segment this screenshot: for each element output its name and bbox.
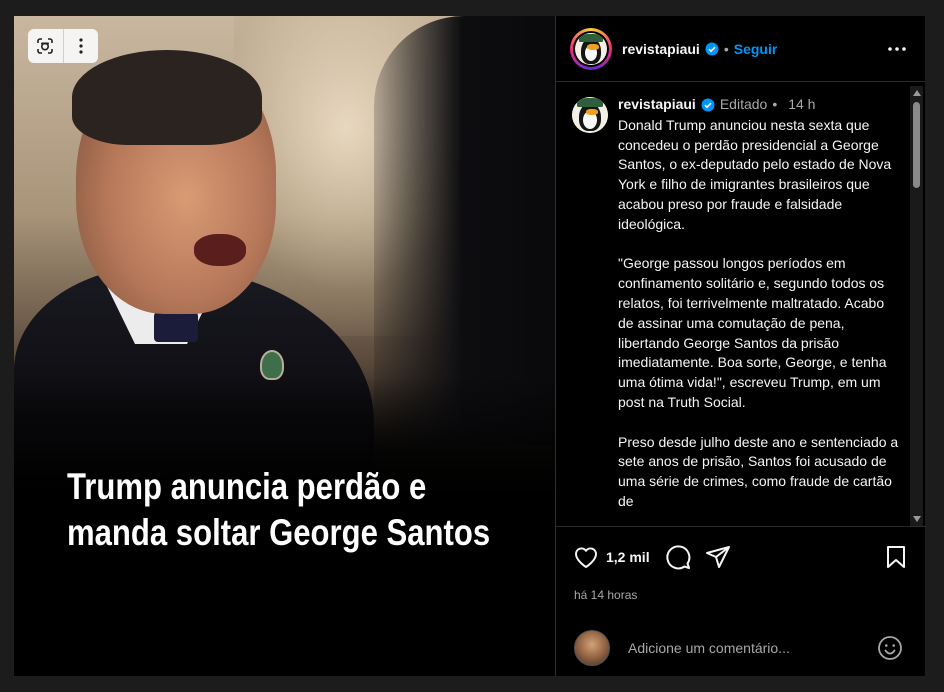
caption-username[interactable]: revistapiaui	[618, 95, 696, 115]
penguin-logo-icon	[575, 32, 607, 65]
post-time-ago[interactable]: há 14 horas	[574, 588, 637, 602]
bookmark-icon	[887, 546, 905, 568]
author-avatar[interactable]	[570, 27, 612, 70]
header-separator: •	[723, 40, 729, 57]
lens-icon	[37, 38, 54, 54]
emoji-icon	[878, 636, 902, 660]
media-tools	[28, 29, 98, 63]
post-headline: Trump anuncia perdão e manda soltar Geor…	[67, 464, 491, 556]
post-options-button[interactable]	[885, 38, 909, 60]
photo-tie	[154, 312, 198, 342]
follow-button[interactable]: Seguir	[734, 41, 778, 57]
more-vertical-icon	[79, 38, 83, 54]
post-modal: Trump anuncia perdão e manda soltar Geor…	[14, 16, 926, 676]
comment-input[interactable]	[626, 639, 868, 657]
verified-badge-icon	[705, 42, 719, 56]
edited-label: Editado	[719, 96, 768, 112]
comment-button[interactable]	[664, 543, 692, 571]
likes-count[interactable]: 1,2 mil	[606, 549, 650, 565]
scrollbar-thumb[interactable]	[913, 102, 920, 188]
caption-time[interactable]: 14 h	[788, 95, 815, 115]
caption-paragraph: Donald Trump anunciou nesta sexta que co…	[618, 116, 892, 232]
caption-separator: •	[772, 96, 778, 112]
post-media[interactable]: Trump anuncia perdão e manda soltar Geor…	[14, 16, 555, 676]
visual-search-button[interactable]	[28, 29, 63, 63]
share-icon	[705, 546, 730, 568]
post-actions: 1,2 mil há 14 horas	[556, 526, 926, 627]
post-header: revistapiaui • Seguir	[556, 16, 925, 82]
scroll-down-arrow-icon[interactable]	[913, 516, 921, 522]
share-button[interactable]	[704, 543, 732, 571]
media-more-button[interactable]	[62, 29, 99, 63]
caption-avatar[interactable]	[572, 97, 608, 133]
caption-paragraph: "George passou longos períodos em confin…	[618, 255, 887, 410]
like-button[interactable]	[572, 543, 600, 571]
comment-icon	[665, 545, 690, 570]
photo-mouth	[194, 234, 246, 266]
photo-hair	[72, 50, 262, 145]
penguin-logo-icon	[572, 97, 608, 133]
emoji-button[interactable]	[876, 634, 904, 662]
more-horizontal-icon	[888, 47, 906, 51]
caption-scroll-area[interactable]: revistapiaui Editado • 14 h Donald Trump…	[556, 83, 926, 526]
current-user-avatar	[574, 630, 610, 666]
verified-badge-icon	[701, 98, 715, 112]
caption-paragraph: Preso desde julho deste ano e sentenciad…	[618, 433, 899, 509]
heart-icon	[574, 547, 598, 568]
comment-bar	[556, 620, 926, 676]
headline-line-1: Trump anuncia perdão e	[67, 466, 427, 507]
save-button[interactable]	[882, 543, 910, 571]
author-username[interactable]: revistapiaui	[622, 41, 700, 57]
post-side-panel: revistapiaui • Seguir revistapiaui Edita…	[555, 16, 926, 676]
headline-line-2: manda soltar George Santos	[67, 512, 491, 553]
scroll-up-arrow-icon[interactable]	[913, 90, 921, 96]
post-caption: revistapiaui Editado • 14 h Donald Trump…	[572, 95, 902, 526]
caption-scrollbar[interactable]	[910, 86, 923, 526]
